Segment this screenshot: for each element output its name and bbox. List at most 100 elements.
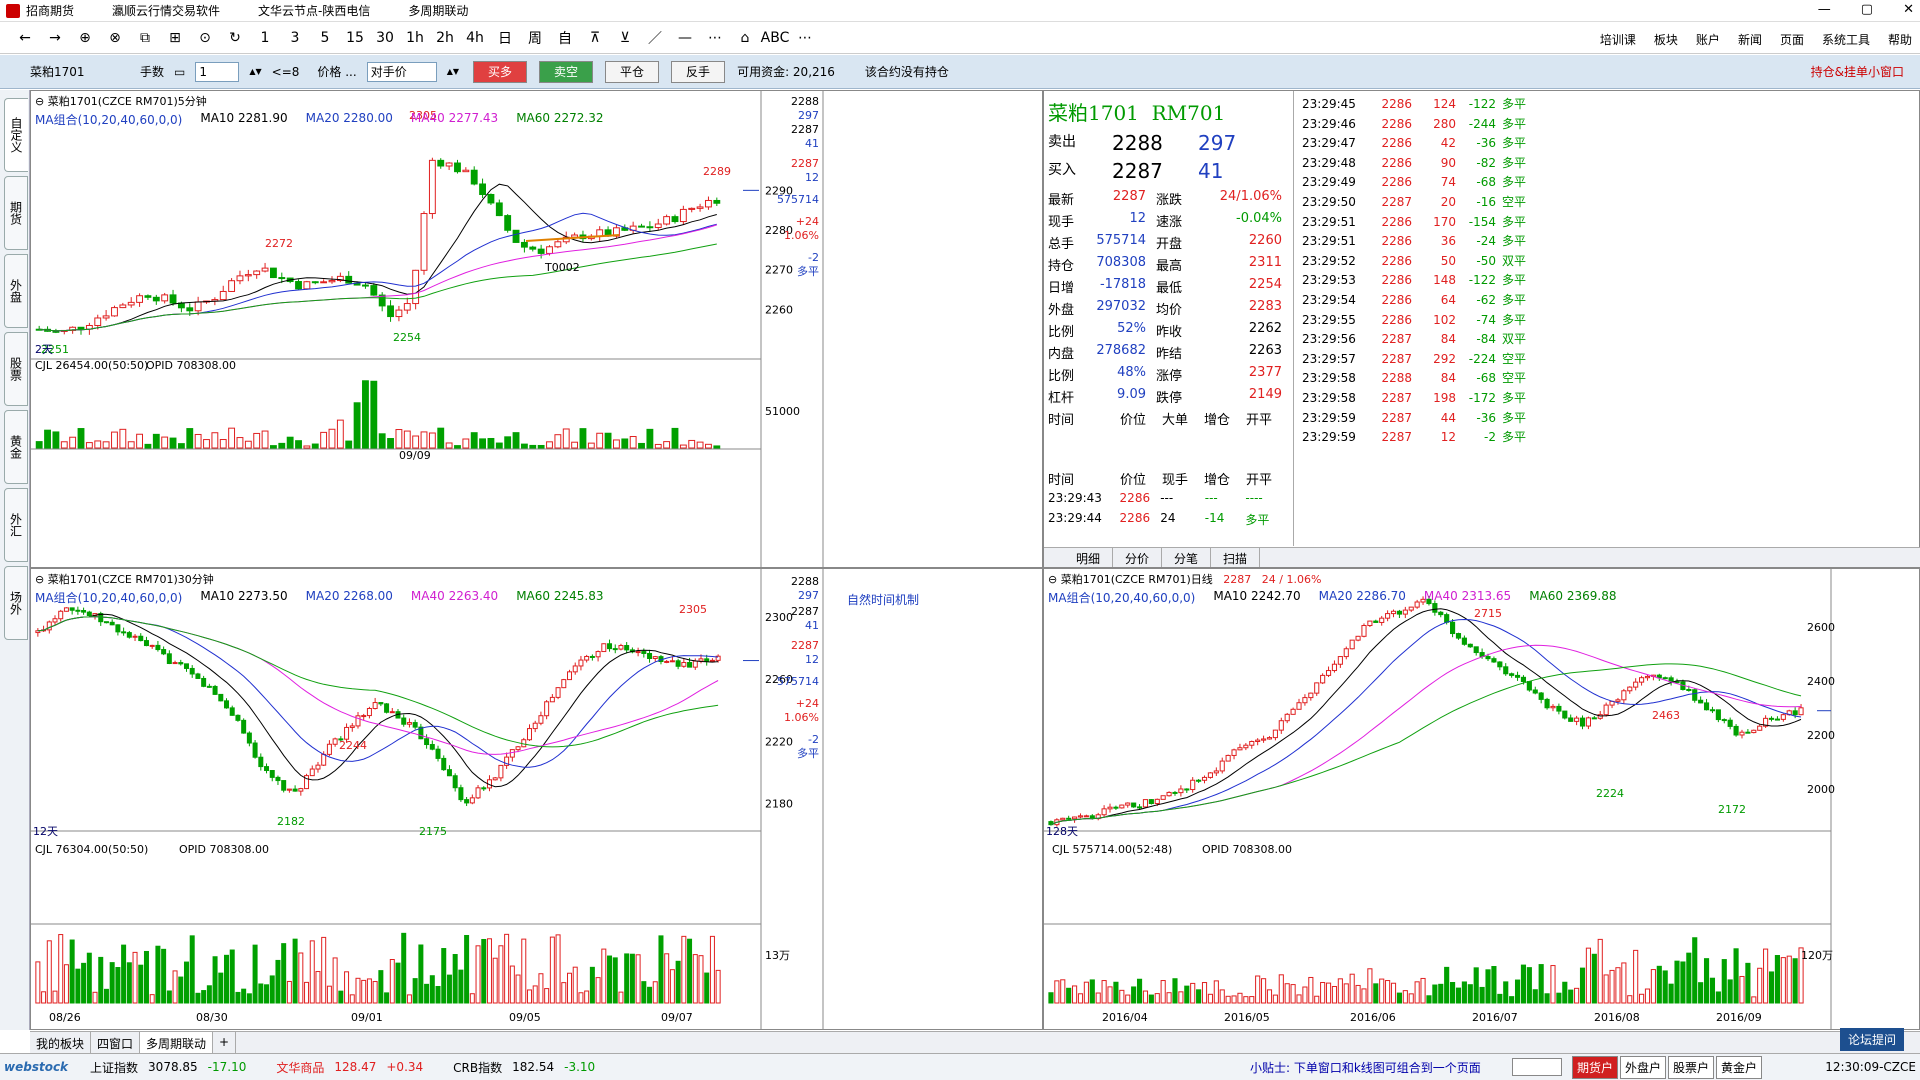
trade-row: 23:29:49 2286 74 -68 多平: [1302, 173, 1542, 190]
volume-bar: [389, 959, 395, 1004]
candle-body: [119, 304, 127, 309]
toolbar-button-9[interactable]: 3: [280, 30, 310, 46]
chart-text: 575714: [777, 675, 819, 688]
ma-combo[interactable]: MA组合(10,20,40,60,0,0): [35, 111, 182, 128]
candle-body: [584, 655, 590, 661]
menu-account[interactable]: 账户: [1696, 31, 1720, 48]
buy-long-button[interactable]: 买多: [473, 60, 528, 83]
position-window-link[interactable]: 持仓&挂单小窗口: [1811, 63, 1904, 80]
idx2-name[interactable]: 文华商品: [276, 1059, 324, 1076]
account-button-0[interactable]: 期货户: [1572, 1055, 1619, 1079]
toolbar-button-10[interactable]: 5: [310, 30, 340, 46]
price-stepper[interactable]: ▲▼: [447, 67, 459, 76]
candle-body: [1148, 799, 1154, 805]
chart-daily-svg[interactable]: 2600 2400 2200 2000 120万 2715 2463 2224 2172 128天…: [1044, 569, 1920, 1030]
account-button-3[interactable]: 黄金户: [1716, 1055, 1763, 1079]
toolbar-button-13[interactable]: 1h: [400, 30, 430, 46]
menu-help[interactable]: 帮助: [1888, 31, 1912, 48]
tip-input[interactable]: [1512, 1058, 1562, 1076]
close-button[interactable]: ✕: [1903, 2, 1914, 17]
volume-bar: [1296, 994, 1302, 1004]
minimize-button[interactable]: —: [1818, 2, 1831, 17]
left-tab-4[interactable]: 黄金: [4, 410, 28, 484]
toolbar-button-2[interactable]: ⊕: [70, 30, 100, 46]
ma-combo-30[interactable]: MA组合(10,20,40,60,0,0): [35, 589, 182, 606]
toolbar-button-21[interactable]: ／: [640, 28, 670, 48]
toolbar-button-7[interactable]: ↻: [220, 30, 250, 46]
toolbar-button-11[interactable]: 15: [340, 30, 370, 46]
account-button-1[interactable]: 外盘户: [1620, 1055, 1667, 1079]
forum-button[interactable]: 论坛提问: [1840, 1028, 1905, 1051]
left-tab-0[interactable]: 自定义: [4, 98, 28, 172]
toolbar-button-17[interactable]: 周: [520, 28, 550, 48]
candle-body: [664, 660, 670, 663]
toolbar-button-3[interactable]: ⊗: [100, 30, 130, 46]
page-tab-add[interactable]: +: [213, 1032, 237, 1053]
close-position-button[interactable]: 平仓: [605, 60, 660, 83]
left-tab-6[interactable]: 场外: [4, 566, 28, 640]
sell-short-label: 卖空: [554, 65, 579, 79]
toolbar-button-5[interactable]: ⊞: [160, 30, 190, 46]
page-tab-four-window[interactable]: 四窗口: [91, 1032, 141, 1053]
left-tab-5[interactable]: 外汇: [4, 488, 28, 562]
toolbar-button-24[interactable]: ⌂: [730, 30, 760, 46]
toolbar-button-18[interactable]: 自: [550, 28, 580, 48]
bid-price[interactable]: 2287: [1112, 159, 1198, 183]
tab-ticks[interactable]: 分笔: [1162, 548, 1212, 567]
toolbar-button-26[interactable]: ⋯: [790, 30, 820, 46]
quote-row-val2: 2254: [1248, 277, 1282, 292]
qty-input[interactable]: [195, 61, 240, 82]
toolbar-button-0[interactable]: ←: [10, 30, 40, 46]
toolbar-button-20[interactable]: ⊻: [610, 30, 640, 46]
chart-30min-panel[interactable]: 2300 2260 2220 2180 13万 2305 2244 2182 2175 12天 CJ…: [30, 568, 1043, 1030]
toolbar-button-15[interactable]: 4h: [460, 30, 490, 46]
tab-detail[interactable]: 明细: [1064, 548, 1114, 567]
toolbar-button-19[interactable]: ⊼: [580, 30, 610, 46]
title-node[interactable]: 文华云节点-陕西电信: [258, 2, 370, 19]
candle-body: [498, 764, 504, 779]
toolbar-button-22[interactable]: —: [670, 30, 700, 46]
menu-system-tools[interactable]: 系统工具: [1822, 31, 1870, 48]
qty-stepper[interactable]: ▲▼: [249, 67, 261, 76]
tab-scan[interactable]: 扫描: [1211, 548, 1261, 567]
reverse-button[interactable]: 反手: [671, 60, 726, 83]
chart-5min-svg[interactable]: 2290228022702260510002305228922722254225…: [31, 91, 1043, 568]
volume-bar: [1727, 979, 1733, 1004]
menu-training[interactable]: 培训课: [1600, 31, 1636, 48]
ma-combo-d[interactable]: MA组合(10,20,40,60,0,0): [1048, 589, 1195, 606]
chart-5min-panel[interactable]: 2290 2280 2270 2260 51000 2305 2289 2272 2254 225…: [30, 90, 1043, 568]
page-tab-multi-period[interactable]: 多周期联动: [140, 1032, 214, 1053]
toolbar-button-12[interactable]: 30: [370, 30, 400, 46]
sell-short-button[interactable]: 卖空: [539, 60, 594, 83]
toolbar-button-1[interactable]: →: [40, 30, 70, 46]
page-tab-my-sector[interactable]: 我的板块: [30, 1032, 92, 1053]
volume-bar: [629, 436, 637, 449]
volume-bar: [275, 959, 281, 1004]
candle-body: [495, 202, 503, 217]
price-mode-select[interactable]: 对手价: [366, 61, 437, 82]
menu-news[interactable]: 新闻: [1738, 31, 1762, 48]
idx1-name[interactable]: 上证指数: [90, 1059, 138, 1076]
maximize-button[interactable]: ▢: [1861, 2, 1873, 17]
toolbar-button-16[interactable]: 日: [490, 28, 520, 48]
toolbar-button-25[interactable]: ABC: [760, 30, 790, 46]
toolbar-button-8[interactable]: 1: [250, 30, 280, 46]
left-tab-3[interactable]: 股票: [4, 332, 28, 406]
account-button-2[interactable]: 股票户: [1668, 1055, 1715, 1079]
toolbar-button-4[interactable]: ⧉: [130, 30, 160, 46]
idx3-name[interactable]: CRB指数: [453, 1059, 502, 1076]
toolbar-button-23[interactable]: ⋯: [700, 30, 730, 46]
toolbar-button-6[interactable]: ⊙: [190, 30, 220, 46]
chart-30min-svg[interactable]: 230022602220218013万230522442182217512天CJ…: [31, 569, 1043, 1030]
ask-price[interactable]: 2288: [1112, 131, 1198, 155]
volume-bar: [326, 985, 332, 1004]
menu-sector[interactable]: 板块: [1654, 31, 1678, 48]
menu-page[interactable]: 页面: [1780, 31, 1804, 48]
toolbar-button-14[interactable]: 2h: [430, 30, 460, 46]
left-tab-2[interactable]: 外盘: [4, 254, 28, 328]
order-contract[interactable]: 菜粕1701: [30, 63, 130, 80]
natural-time-label[interactable]: 自然时间机制: [847, 591, 919, 608]
tab-price[interactable]: 分价: [1113, 548, 1163, 567]
chart-daily-panel[interactable]: 2600 2400 2200 2000 120万 2715 2463 2224 2172 128天…: [1043, 568, 1920, 1030]
left-tab-1[interactable]: 期货: [4, 176, 28, 250]
